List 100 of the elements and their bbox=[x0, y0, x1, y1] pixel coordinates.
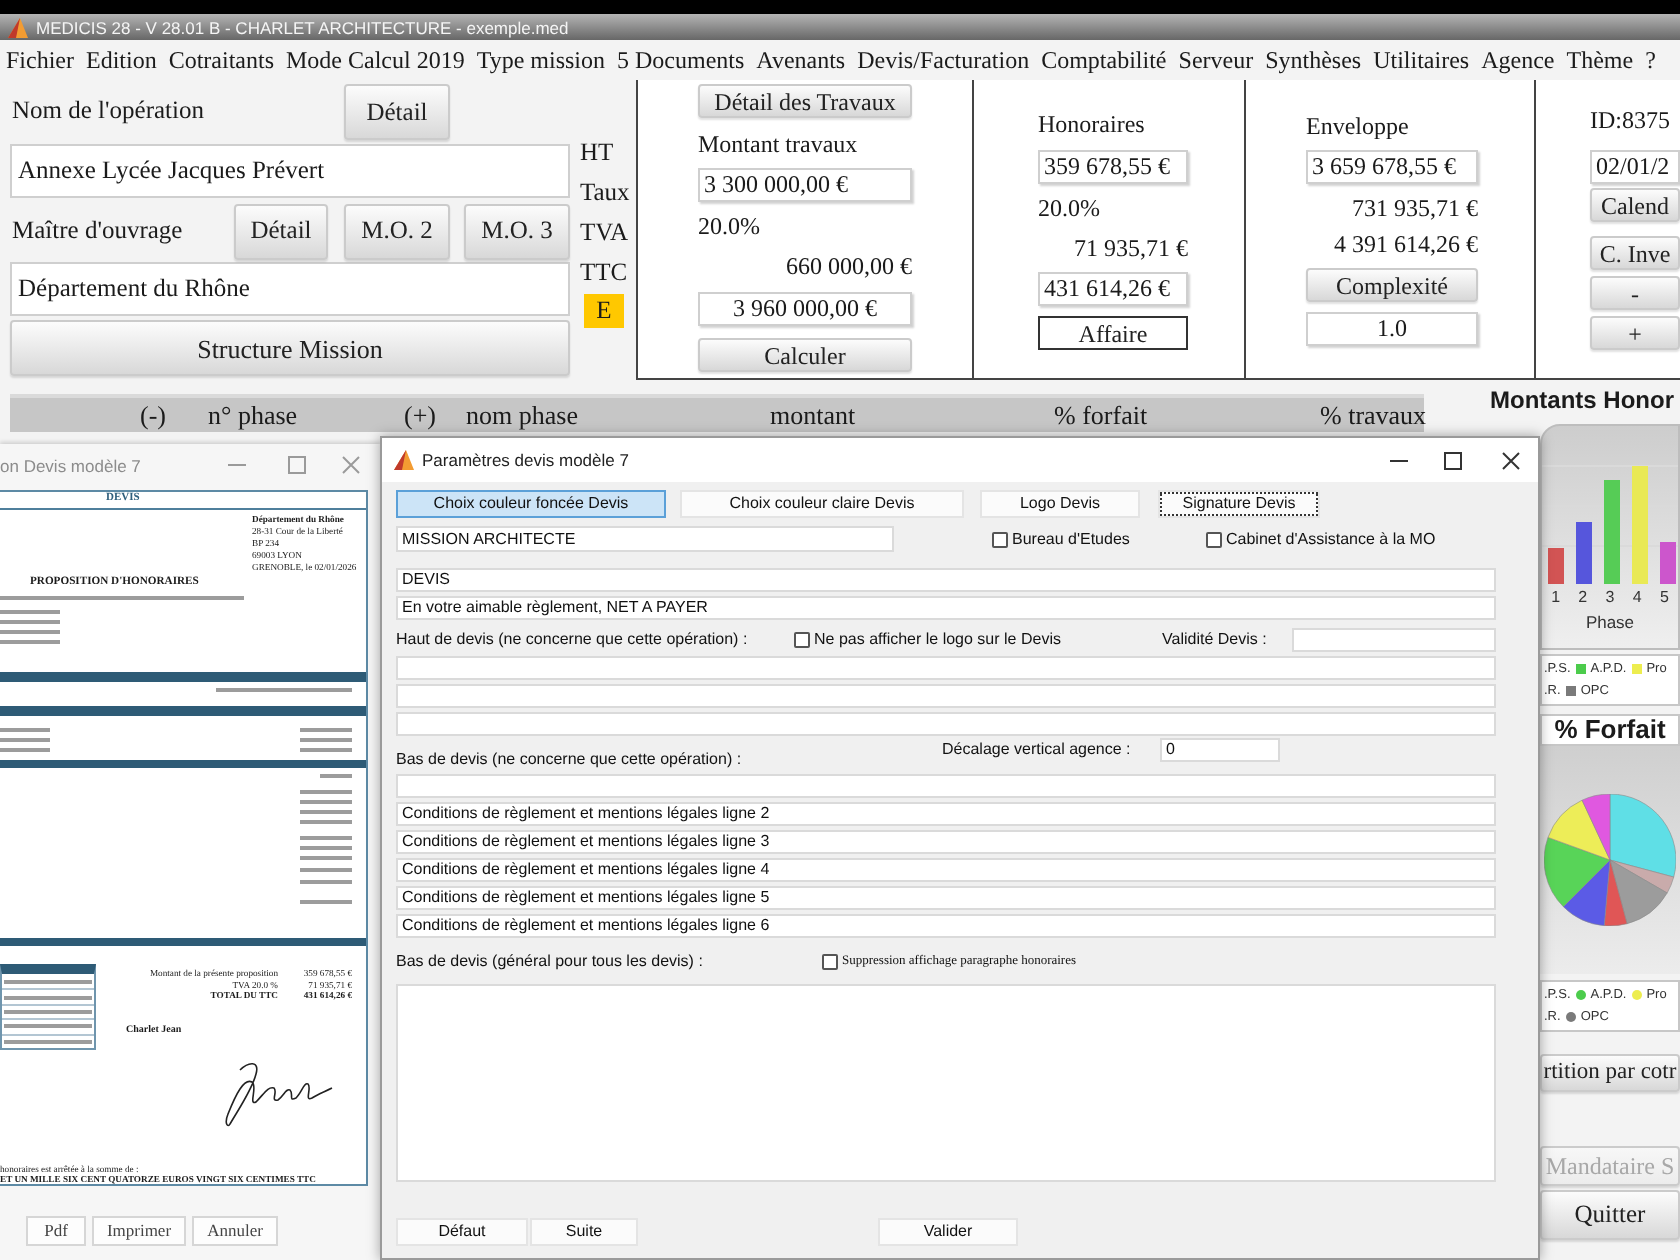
blurred-text-line bbox=[0, 620, 60, 624]
blurred-text-line bbox=[300, 800, 352, 804]
panel-button[interactable]: C. Inve bbox=[1590, 236, 1680, 270]
menu-item[interactable]: Utilitaires bbox=[1373, 45, 1470, 75]
structure-mission-button[interactable]: Structure Mission bbox=[10, 320, 570, 376]
text-field[interactable]: Conditions de règlement et mentions légales ligne 6 bbox=[396, 914, 1496, 938]
row-label: Taux bbox=[580, 176, 630, 210]
id-text: ID:8375 bbox=[1590, 104, 1670, 138]
owner-field[interactable]: Département du Rhône bbox=[10, 262, 570, 316]
minimize-icon[interactable] bbox=[1390, 459, 1408, 461]
blurred-text-line bbox=[300, 820, 352, 824]
dialog-button[interactable]: Choix couleur claire Devis bbox=[680, 490, 964, 518]
menu-item[interactable]: Mode Calcul 2019 bbox=[286, 45, 465, 75]
text-field[interactable] bbox=[396, 656, 1496, 680]
amount-field[interactable]: 3 659 678,55 € bbox=[1306, 150, 1478, 184]
menu-item[interactable]: Fichier bbox=[6, 45, 74, 75]
detail-button[interactable]: Détail bbox=[344, 84, 450, 140]
menu-item[interactable]: Comptabilité bbox=[1041, 45, 1167, 75]
axis-tick-label: 2 bbox=[1576, 586, 1590, 610]
menu-item[interactable]: Devis/Facturation bbox=[857, 45, 1030, 75]
amount-text: 660 000,00 € bbox=[786, 250, 912, 284]
text-field[interactable]: Conditions de règlement et mentions légales ligne 4 bbox=[396, 858, 1496, 882]
owner-button[interactable]: M.O. 3 bbox=[464, 203, 570, 259]
chart-title: % Forfait bbox=[1554, 716, 1666, 744]
panel-button[interactable]: Calend bbox=[1590, 188, 1680, 222]
checkbox[interactable] bbox=[992, 531, 1008, 547]
blurred-text-line bbox=[4, 995, 92, 1000]
menu-item[interactable]: Type mission bbox=[476, 45, 606, 75]
dialog-button[interactable]: Valider bbox=[878, 1218, 1018, 1246]
amount-text: 731 935,71 € bbox=[1352, 192, 1478, 226]
blurred-text-line bbox=[300, 868, 352, 872]
side-button[interactable]: Quitter bbox=[1540, 1190, 1680, 1240]
text-field[interactable]: Conditions de règlement et mentions légales ligne 3 bbox=[396, 830, 1496, 854]
column-header: n° phase bbox=[208, 400, 298, 430]
text-field[interactable] bbox=[396, 684, 1496, 708]
menu-item[interactable]: Synthèses bbox=[1265, 45, 1362, 75]
checkbox[interactable] bbox=[822, 954, 838, 970]
dialog-button[interactable]: Défaut bbox=[396, 1218, 528, 1246]
checkbox-label[interactable]: Ne pas afficher le logo sur le Devis bbox=[814, 629, 1061, 649]
axis-tick-label: 1 bbox=[1549, 586, 1563, 610]
date-field[interactable]: 02/01/2 bbox=[1590, 150, 1680, 184]
menu-item[interactable]: Thème bbox=[1566, 45, 1634, 75]
text-field[interactable]: MISSION ARCHITECTE bbox=[396, 526, 894, 552]
offset-field[interactable]: 0 bbox=[1160, 738, 1280, 762]
text-area[interactable] bbox=[396, 984, 1496, 1182]
menu-item[interactable]: Serveur bbox=[1178, 45, 1254, 75]
checkbox[interactable] bbox=[1206, 531, 1222, 547]
text-field[interactable]: Conditions de règlement et mentions légales ligne 5 bbox=[396, 886, 1496, 910]
amount-field[interactable]: 431 614,26 € bbox=[1038, 272, 1188, 306]
text-field[interactable] bbox=[396, 712, 1496, 736]
window-button[interactable]: Pdf bbox=[26, 1216, 86, 1246]
detail-button[interactable]: Détail bbox=[234, 203, 328, 259]
maximize-icon[interactable] bbox=[1444, 451, 1462, 469]
side-button[interactable]: rtition par cotr bbox=[1540, 1054, 1680, 1092]
logo-icon bbox=[8, 17, 28, 37]
column-header: % travaux bbox=[1320, 400, 1427, 430]
menu-item[interactable]: Edition bbox=[86, 45, 157, 75]
close-icon[interactable] bbox=[1502, 451, 1520, 469]
dialog-button[interactable]: Signature Devis bbox=[1158, 490, 1320, 518]
menu-item[interactable]: ? bbox=[1645, 45, 1656, 75]
menu-item[interactable]: Cotraitants bbox=[168, 45, 275, 75]
text-field[interactable]: En votre aimable règlement, NET A PAYER bbox=[396, 596, 1496, 620]
calculate-button[interactable]: Calculer bbox=[698, 338, 912, 372]
checkbox[interactable] bbox=[794, 631, 810, 647]
dialog-button[interactable]: Suite bbox=[530, 1218, 638, 1246]
works-detail-button[interactable]: Détail des Travaux bbox=[698, 84, 912, 118]
dialog-button[interactable]: Logo Devis bbox=[980, 490, 1140, 518]
amount-field[interactable]: 3 960 000,00 € bbox=[698, 292, 912, 326]
operation-name-field[interactable]: Annexe Lycée Jacques Prévert bbox=[10, 144, 570, 198]
amount-field[interactable]: 3 300 000,00 € bbox=[698, 168, 912, 202]
window-button[interactable]: Imprimer bbox=[92, 1216, 186, 1246]
window-button[interactable]: Annuler bbox=[192, 1216, 278, 1246]
affaire-button[interactable]: Affaire bbox=[1038, 316, 1188, 350]
chart-bar bbox=[1548, 548, 1564, 584]
owner-button[interactable]: M.O. 2 bbox=[344, 203, 450, 259]
validity-field[interactable] bbox=[1292, 627, 1496, 651]
complexity-field[interactable]: 1.0 bbox=[1306, 312, 1478, 346]
panel-button[interactable]: - bbox=[1590, 276, 1680, 310]
blurred-text-line bbox=[4, 979, 92, 984]
window-title: MEDICIS 28 - V 28.01 B - CHARLET ARCHITECTURE - exemple.med bbox=[36, 17, 569, 37]
menu-item[interactable]: Avenants bbox=[756, 45, 846, 75]
blurred-text-line bbox=[300, 856, 352, 860]
checkbox-label[interactable]: Cabinet d'Assistance à la MO bbox=[1226, 529, 1436, 549]
dialog-button[interactable]: Choix couleur foncée Devis bbox=[396, 490, 666, 518]
text-field[interactable]: DEVIS bbox=[396, 568, 1496, 592]
panel-button[interactable]: + bbox=[1590, 316, 1680, 350]
text-field[interactable]: Conditions de règlement et mentions légales ligne 2 bbox=[396, 802, 1496, 826]
checkbox-label[interactable]: Bureau d'Etudes bbox=[1012, 529, 1130, 549]
menu-item[interactable]: Agence bbox=[1481, 45, 1555, 75]
rate-text: 20.0% bbox=[1038, 192, 1100, 226]
rate-text: 20.0% bbox=[698, 210, 760, 244]
chart-bar bbox=[1632, 466, 1648, 584]
row-label: TVA bbox=[580, 216, 629, 250]
text-field[interactable] bbox=[396, 774, 1496, 798]
menu-item[interactable]: 5 Documents bbox=[617, 45, 745, 75]
column-header: montant bbox=[770, 400, 856, 430]
window-title: on Devis modèle 7 bbox=[0, 455, 141, 475]
amount-field[interactable]: 359 678,55 € bbox=[1038, 150, 1188, 184]
chart-bar bbox=[1660, 542, 1676, 584]
complexity-button[interactable]: Complexité bbox=[1306, 268, 1478, 302]
